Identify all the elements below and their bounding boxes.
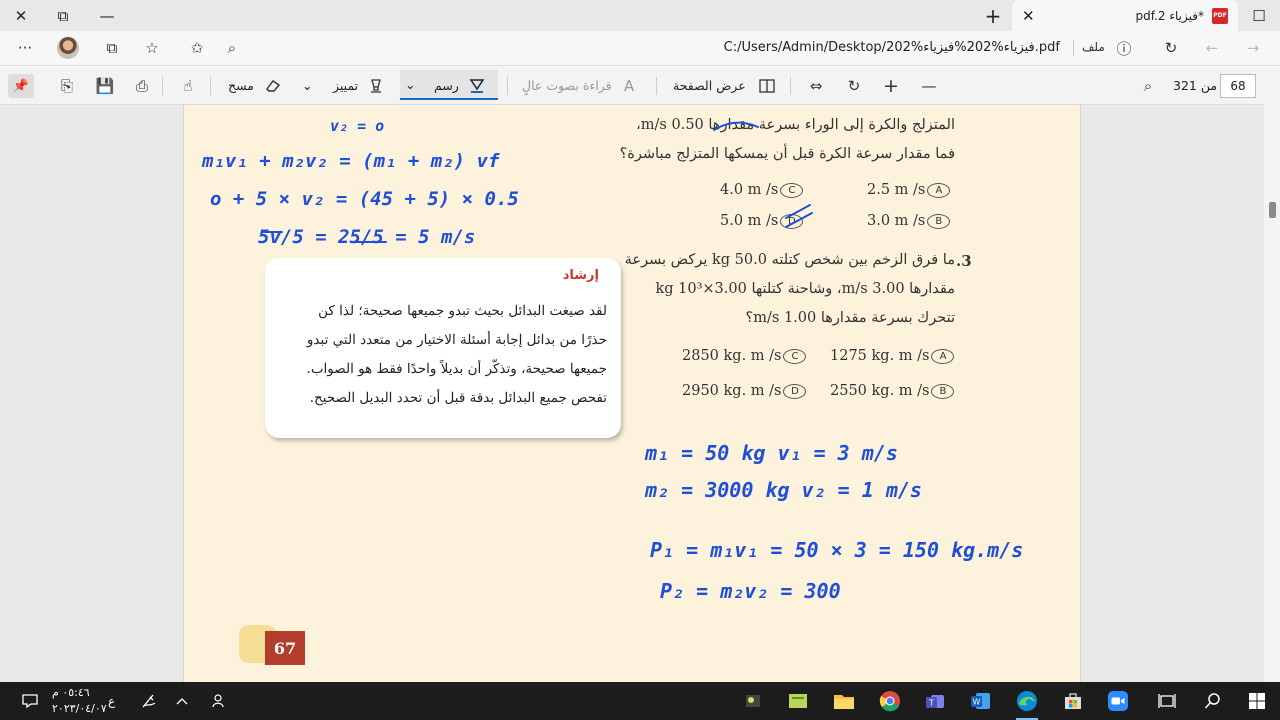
- tab-active[interactable]: ✕ *فيزياء pdf.2 PDF: [1012, 0, 1238, 31]
- notifications-icon[interactable]: [17, 688, 43, 714]
- ink-handwriting-line: o + 5 × v₂ = (45 + 5) × 0.5: [210, 188, 519, 210]
- ink-handwriting-line: P₂ = m₂v₂ = 300: [660, 579, 841, 603]
- save-as-icon[interactable]: ⎘: [56, 75, 78, 97]
- pen-menu-icon[interactable]: [136, 688, 162, 714]
- divider: [210, 77, 211, 95]
- search-icon[interactable]: ⌕: [1137, 75, 1159, 97]
- ink-handwriting-line: m₁v₁ + m₂v₂ = (m₁ + m₂) vf: [201, 150, 500, 172]
- edge-icon[interactable]: [1014, 688, 1040, 714]
- tab-strip: ✕ ⧉ — + ✕ *فيزياء pdf.2 PDF ☐: [0, 0, 1280, 31]
- pdf-file-icon: PDF: [1212, 7, 1228, 24]
- clock-date[interactable]: ٢٠٢٣/٠٤/٠٧: [52, 702, 107, 715]
- task-view-icon[interactable]: [1154, 688, 1180, 714]
- ink-annotations: v₂ = o m₁v₁ + m₂v₂ = (m₁ + m₂) vf o + 5 × …: [201, 117, 1023, 603]
- read-aloud-icon[interactable]: A: [618, 75, 640, 97]
- zoom-in-icon[interactable]: +: [880, 75, 902, 97]
- tab-close-icon[interactable]: ✕: [1022, 7, 1042, 25]
- search-icon[interactable]: [1200, 688, 1226, 714]
- zoom-out-icon[interactable]: —: [918, 75, 940, 97]
- clock-time[interactable]: ٠٥:٤٦ م: [52, 686, 90, 699]
- highlight-button[interactable]: تمييز: [333, 78, 358, 93]
- zoom-icon[interactable]: ⌕: [222, 38, 242, 58]
- ink-underline: [713, 121, 759, 131]
- touch-icon[interactable]: ☝: [177, 75, 199, 97]
- input-language[interactable]: ع: [108, 694, 115, 708]
- page-view-button[interactable]: عرض الصفحة: [673, 78, 746, 93]
- forward-icon[interactable]: →: [1243, 38, 1263, 58]
- app-icon[interactable]: [741, 688, 767, 714]
- highlighter-icon[interactable]: [365, 75, 387, 97]
- page-view-icon[interactable]: [756, 75, 778, 97]
- highlight-chevron-icon[interactable]: ⌄: [302, 78, 312, 93]
- minimize-window-icon[interactable]: —: [86, 0, 128, 31]
- start-menu-icon[interactable]: [1244, 688, 1270, 714]
- print-icon[interactable]: ⎙: [131, 75, 153, 97]
- ink-handwriting-line: m₂ = 3000 kg v₂ = 1 m/s: [644, 478, 922, 502]
- svg-text:T: T: [928, 699, 934, 708]
- read-aloud-button[interactable]: قراءة بصوت عالٍ: [522, 78, 612, 93]
- svg-text:W: W: [973, 698, 981, 707]
- draw-chevron-icon[interactable]: ⌄: [405, 77, 415, 92]
- teams-icon[interactable]: T: [922, 688, 948, 714]
- file-explorer-icon[interactable]: [831, 688, 857, 714]
- taskbar: ٠٥:٤٦ م ٢٠٢٣/٠٤/٠٧ ع T W: [0, 682, 1280, 720]
- rotate-icon[interactable]: ↻: [843, 75, 865, 97]
- show-hidden-icons-icon[interactable]: [169, 688, 195, 714]
- file-label: ملف: [1082, 40, 1105, 54]
- page-total-label: من 321: [1173, 78, 1218, 93]
- divider: [656, 77, 657, 95]
- save-icon[interactable]: 💾: [94, 75, 116, 97]
- notes-app-icon[interactable]: [785, 688, 811, 714]
- ink-handwriting-line: v₂ = o: [330, 117, 384, 135]
- divider: [507, 77, 508, 95]
- page-number-input[interactable]: 68: [1220, 74, 1256, 98]
- more-options-icon[interactable]: ···: [15, 38, 35, 58]
- draw-label: رسم: [434, 78, 459, 93]
- draw-button[interactable]: ⌄ رسم: [400, 70, 498, 100]
- back-icon[interactable]: ←: [1202, 38, 1222, 58]
- fit-width-icon[interactable]: ⇔: [805, 75, 827, 97]
- ink-handwriting-line: P₁ = m₁v₁ = 50 × 3 = 150 kg.m/s: [650, 538, 1023, 562]
- url-field[interactable]: C:/Users/Admin/Desktop/202%فيزياء%202%في…: [520, 40, 1060, 55]
- chrome-icon[interactable]: [877, 688, 903, 714]
- restore-window-icon[interactable]: ⧉: [42, 0, 84, 31]
- pen-icon: [466, 74, 488, 96]
- pin-toolbar-icon[interactable]: 📌: [8, 74, 34, 98]
- divider: [1073, 40, 1074, 56]
- tab-title: *فيزياء pdf.2: [1135, 8, 1204, 23]
- eraser-icon[interactable]: [262, 75, 284, 97]
- close-window-icon[interactable]: ✕: [0, 0, 42, 31]
- people-icon[interactable]: [206, 688, 232, 714]
- favorites-icon[interactable]: ☆: [142, 38, 162, 58]
- store-icon[interactable]: [1060, 688, 1086, 714]
- pdf-viewer[interactable]: المتزلج والكرة إلى الوراء بسرعة مقدارها …: [0, 105, 1280, 682]
- add-favorite-icon[interactable]: ✩: [187, 38, 207, 58]
- ink-handwriting-line: 5v/5 = 25/5 = 5 m/s: [258, 226, 475, 248]
- divider: [162, 77, 163, 95]
- divider: [790, 77, 791, 95]
- word-icon[interactable]: W: [967, 688, 993, 714]
- vertical-scrollbar[interactable]: [1264, 70, 1280, 682]
- zoom-app-icon[interactable]: [1105, 688, 1131, 714]
- collections-icon[interactable]: ⧉: [102, 38, 122, 58]
- erase-button[interactable]: مسح: [228, 78, 254, 93]
- refresh-icon[interactable]: ↻: [1161, 38, 1181, 58]
- scrollbar-thumb[interactable]: [1269, 202, 1276, 218]
- new-tab-icon[interactable]: +: [972, 0, 1014, 31]
- ink-handwriting-line: m₁ = 50 kg v₁ = 3 m/s: [644, 441, 898, 465]
- avatar[interactable]: [57, 37, 79, 59]
- site-info-icon[interactable]: ⓘ: [1114, 38, 1134, 58]
- tab-actions-icon[interactable]: ☐: [1238, 0, 1280, 31]
- pdf-toolbar: 📌 ⎘ 💾 ⎙ ☝ مسح ⌄ تمييز ⌄ رسم قراءة بصوت ع…: [0, 67, 1280, 105]
- address-bar: ··· ⧉ ☆ ✩ ⌕ C:/Users/Admin/Desktop/202%ف…: [0, 31, 1280, 66]
